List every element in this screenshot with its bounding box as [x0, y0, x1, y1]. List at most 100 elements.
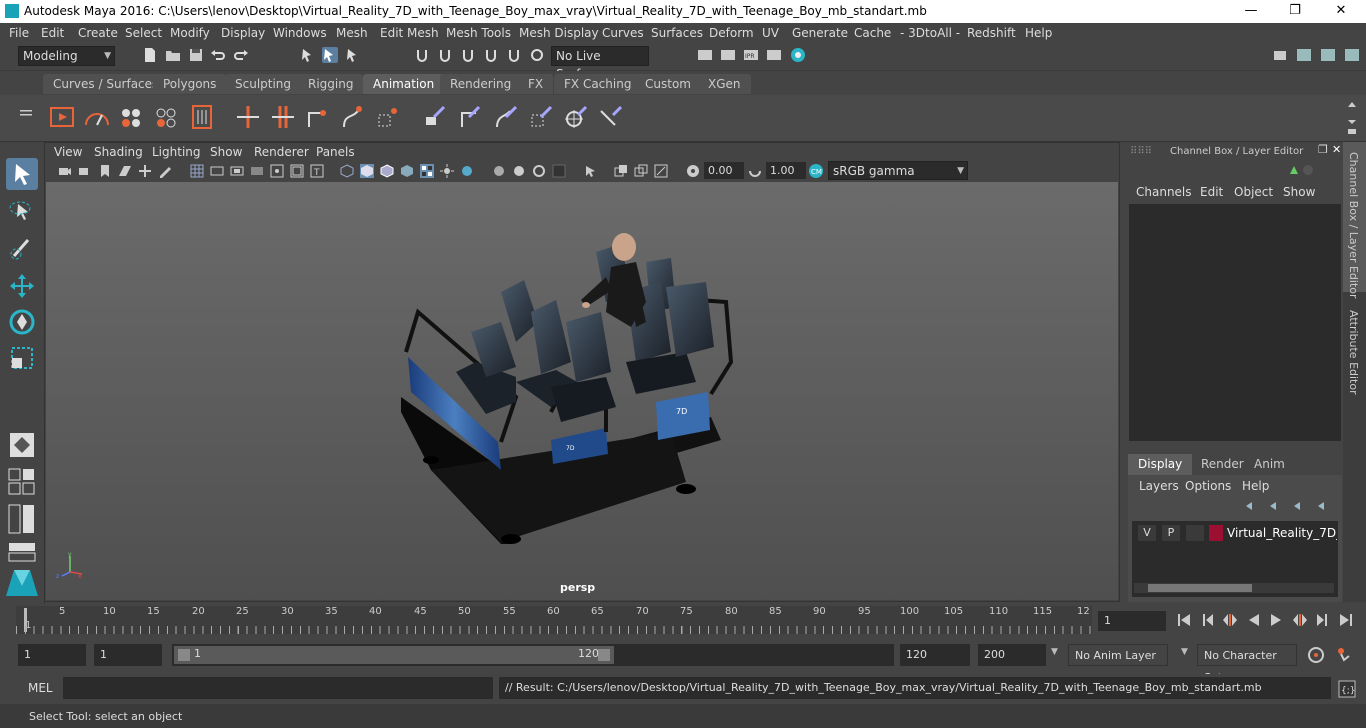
go-to-end-icon[interactable] [1338, 612, 1354, 628]
shelf-tab-rigging[interactable]: Rigging [298, 74, 364, 94]
image-plane-icon[interactable] [118, 164, 132, 178]
ipr-render-icon[interactable]: IPR [743, 47, 759, 63]
range-slider[interactable]: 1 120 [172, 644, 894, 666]
menu-uv[interactable]: UV [762, 26, 779, 40]
viewport-menu-shading[interactable]: Shading [94, 145, 143, 159]
shelf-tab-xgen[interactable]: XGen [698, 74, 751, 94]
parent-constraint-icon[interactable] [422, 103, 450, 131]
auto-key-icon[interactable] [1306, 645, 1326, 665]
chevron-down-icon[interactable]: ▼ [1181, 647, 1188, 657]
close-button[interactable]: ✕ [1326, 2, 1356, 20]
motion-trail-icon[interactable] [83, 103, 111, 131]
animation-end-field[interactable]: 200 [978, 644, 1046, 666]
viewport-menu-view[interactable]: View [54, 145, 82, 159]
motion-blur-icon[interactable] [492, 164, 506, 178]
layer-color-swatch[interactable] [1209, 525, 1223, 541]
menu-3dtoall[interactable]: - 3DtoAll - [900, 26, 960, 40]
layer-list-scrollbar[interactable] [1134, 583, 1334, 593]
character-set-selector[interactable]: No Character Set [1197, 644, 1297, 684]
make-live-icon[interactable] [506, 47, 522, 63]
select-by-object-icon[interactable] [322, 47, 338, 63]
play-forwards-icon[interactable] [1268, 612, 1284, 628]
close-panel-icon[interactable]: ✕ [1332, 143, 1341, 156]
layer-tab-anim[interactable]: Anim [1244, 454, 1295, 475]
workspace-icon[interactable] [1272, 47, 1288, 63]
shelf-tab-animation[interactable]: Animation [363, 74, 445, 94]
multisample-aa-icon[interactable] [512, 164, 526, 178]
attribute-editor-toggle-icon[interactable] [1296, 47, 1312, 63]
two-d-pan-zoom-icon[interactable] [138, 164, 152, 178]
menu-help[interactable]: Help [1025, 26, 1052, 40]
shadows-icon[interactable] [440, 164, 454, 178]
options-menu[interactable]: Options [1185, 479, 1231, 493]
point-constraint-icon[interactable] [457, 103, 485, 131]
camera-attributes-icon[interactable] [78, 164, 92, 178]
select-tool-icon[interactable] [6, 158, 38, 190]
shelf-tab-curves-surfaces[interactable]: Curves / Surfaces [43, 74, 169, 94]
channel-list[interactable] [1129, 204, 1341, 441]
undo-icon[interactable] [210, 47, 226, 63]
step-forward-frame-icon[interactable] [1314, 612, 1330, 628]
playback-start-field[interactable]: 1 [94, 644, 162, 666]
animation-start-field[interactable]: 1 [18, 644, 86, 666]
scrollbar-thumb[interactable] [1148, 584, 1252, 592]
textured-icon[interactable] [400, 164, 414, 178]
tool-settings-toggle-icon[interactable] [1320, 47, 1336, 63]
play-backwards-icon[interactable] [1246, 612, 1262, 628]
command-input[interactable] [63, 677, 493, 699]
chevron-down-icon[interactable]: ▼ [1051, 647, 1058, 657]
side-tab-channel-box[interactable]: Channel Box / Layer Editor [1347, 152, 1360, 299]
xray-icon[interactable] [584, 164, 598, 178]
color-management-icon[interactable]: CM [808, 163, 824, 179]
render-settings-icon[interactable] [766, 47, 782, 63]
step-back-key-icon[interactable] [1222, 612, 1238, 628]
outliner-layout-icon[interactable] [8, 504, 36, 534]
scale-tool-icon[interactable] [6, 342, 38, 374]
new-scene-icon[interactable] [142, 47, 158, 63]
menu-generate[interactable]: Generate [792, 26, 848, 40]
safe-action-icon[interactable] [290, 164, 304, 178]
render-current-frame-icon[interactable] [720, 47, 736, 63]
current-frame-field[interactable]: 1 [1098, 611, 1166, 631]
perspective-viewport[interactable]: 7D 7D y x z [46, 182, 1118, 600]
scale-constraint-icon[interactable] [527, 103, 555, 131]
resolution-gate-icon[interactable] [230, 164, 244, 178]
menu-select[interactable]: Select [125, 26, 162, 40]
ik-handle-icon[interactable] [304, 103, 332, 131]
redo-icon[interactable] [233, 47, 249, 63]
minimize-button[interactable]: — [1236, 2, 1266, 20]
exposure-icon[interactable] [654, 164, 668, 178]
snap-to-point-icon[interactable] [460, 47, 476, 63]
graph-editor-layout-icon[interactable] [8, 542, 36, 562]
range-handle-end[interactable] [598, 649, 610, 661]
shelf-tab-sculpting[interactable]: Sculpting [225, 74, 302, 94]
layer-actions-icon[interactable] [1244, 499, 1334, 513]
exposure-field[interactable]: 0.00 [704, 162, 744, 179]
select-by-hierarchy-icon[interactable] [300, 47, 316, 63]
film-gate-icon[interactable] [210, 164, 224, 178]
safe-title-icon[interactable]: T [310, 164, 324, 178]
viewport-menu-panels[interactable]: Panels [316, 145, 355, 159]
move-tool-icon[interactable] [6, 270, 38, 302]
shelf-tab-polygons[interactable]: Polygons [153, 74, 227, 94]
shelf-tab-fx-caching[interactable]: FX Caching [554, 74, 642, 94]
xray-joints-icon[interactable] [614, 164, 628, 178]
layer-tab-display[interactable]: Display [1128, 454, 1193, 475]
layer-display-type-toggle[interactable] [1186, 525, 1204, 541]
viewport-menu-lighting[interactable]: Lighting [152, 145, 201, 159]
depth-of-field-icon[interactable] [532, 164, 546, 178]
aim-constraint-icon[interactable] [562, 103, 590, 131]
skeleton-joint-icon[interactable] [374, 103, 402, 131]
select-by-component-icon[interactable] [345, 47, 361, 63]
menu-mesh-display[interactable]: Mesh Display [519, 26, 599, 40]
open-scene-icon[interactable] [165, 47, 181, 63]
menu-create[interactable]: Create [78, 26, 118, 40]
ik-spline-icon[interactable] [339, 103, 367, 131]
channel-box-options-icon[interactable] [1286, 162, 1322, 178]
select-camera-icon[interactable] [58, 164, 72, 178]
menu-edit-mesh[interactable]: Edit Mesh [380, 26, 439, 40]
help-menu[interactable]: Help [1242, 479, 1269, 493]
side-tab-attribute-editor[interactable]: Attribute Editor [1347, 310, 1360, 395]
menu-mesh-tools[interactable]: Mesh Tools [446, 26, 511, 40]
snap-to-view-plane-icon[interactable] [483, 47, 499, 63]
